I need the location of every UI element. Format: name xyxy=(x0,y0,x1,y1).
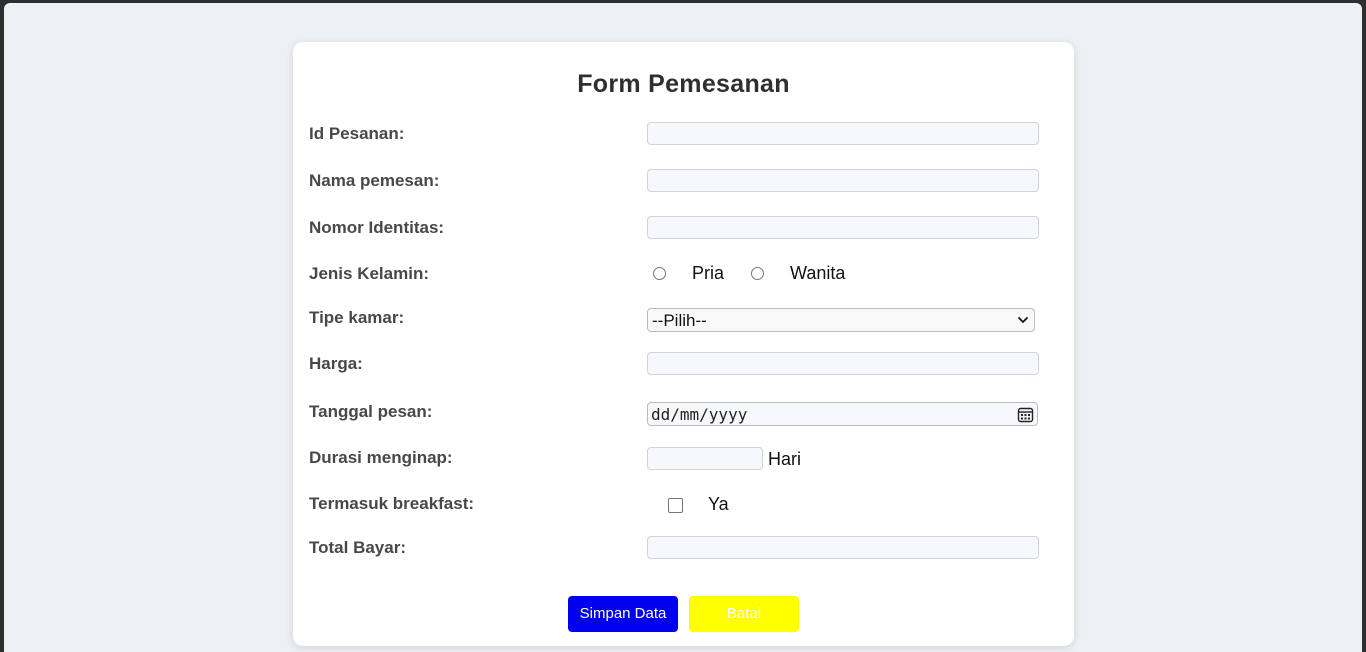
total-bayar-input[interactable] xyxy=(647,536,1039,559)
harga-input[interactable] xyxy=(647,352,1039,375)
chevron-down-icon xyxy=(1016,311,1030,329)
jenis-kelamin-label: Jenis Kelamin: xyxy=(309,264,429,283)
nomor-identitas-input[interactable] xyxy=(647,216,1039,239)
total-bayar-label: Total Bayar: xyxy=(309,538,406,557)
durasi-menginap-input[interactable] xyxy=(647,447,763,470)
tipe-kamar-label: Tipe kamar: xyxy=(309,308,405,327)
durasi-unit-label: Hari xyxy=(768,449,802,469)
breakfast-label: Termasuk breakfast: xyxy=(309,494,475,513)
id-pesanan-label: Id Pesanan: xyxy=(309,124,405,143)
id-pesanan-input[interactable] xyxy=(647,122,1039,145)
radio-pria-label: Pria xyxy=(692,263,725,283)
breakfast-option-label: Ya xyxy=(708,494,729,514)
durasi-menginap-label: Durasi menginap: xyxy=(309,448,453,467)
booking-form-card: Form Pemesanan Id Pesanan: Nama pemesan:… xyxy=(293,42,1074,646)
breakfast-checkbox[interactable] xyxy=(668,498,683,513)
calendar-icon[interactable] xyxy=(1017,406,1034,423)
nama-pemesan-input[interactable] xyxy=(647,169,1039,192)
simpan-data-button[interactable]: Simpan Data xyxy=(568,596,678,632)
radio-pria[interactable] xyxy=(653,267,666,280)
tanggal-pesan-label: Tanggal pesan: xyxy=(309,402,433,421)
nama-pemesan-label: Nama pemesan: xyxy=(309,171,440,190)
radio-wanita[interactable] xyxy=(751,267,764,280)
page-background: Form Pemesanan Id Pesanan: Nama pemesan:… xyxy=(4,3,1362,652)
harga-label: Harga: xyxy=(309,354,363,373)
batal-button[interactable]: Batal xyxy=(689,596,799,632)
nomor-identitas-label: Nomor Identitas: xyxy=(309,218,445,237)
tipe-kamar-select[interactable]: --Pilih-- xyxy=(647,308,1035,332)
radio-wanita-label: Wanita xyxy=(790,263,846,283)
tanggal-placeholder: dd/mm/yyyy xyxy=(651,405,748,424)
form-title: Form Pemesanan xyxy=(577,70,790,98)
tipe-kamar-selected-value: --Pilih-- xyxy=(652,311,707,330)
tanggal-pesan-input[interactable]: dd/mm/yyyy xyxy=(647,402,1038,426)
